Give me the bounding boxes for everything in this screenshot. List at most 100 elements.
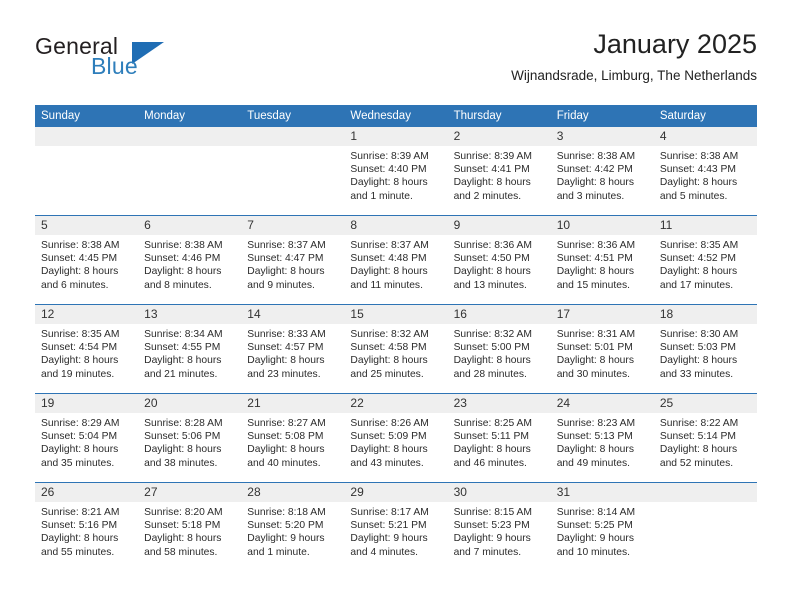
sunrise-text: Sunrise: 8:38 AM xyxy=(41,240,120,251)
calendar-week-row: 12 Sunrise: 8:35 AM Sunset: 4:54 PM Dayl… xyxy=(35,304,757,394)
sunset-text: Sunset: 4:41 PM xyxy=(453,164,530,176)
sunset-text: Sunset: 4:45 PM xyxy=(41,253,118,265)
sunrise-text: Sunrise: 8:38 AM xyxy=(659,151,739,162)
sunrise-text: Sunrise: 8:26 AM xyxy=(350,418,429,429)
daylight-text-line1: Daylight: 8 hours xyxy=(556,266,634,278)
daylight-text-line1: Daylight: 8 hours xyxy=(247,444,325,456)
sunset-text: Sunset: 5:20 PM xyxy=(247,520,324,532)
sunrise-text: Sunrise: 8:22 AM xyxy=(659,418,739,429)
day-number: 17 xyxy=(550,305,654,324)
sunrise-text: Sunrise: 8:32 AM xyxy=(350,329,429,340)
weekday-header-sunday: Sunday xyxy=(35,105,139,127)
day-cell: 19 Sunrise: 8:29 AM Sunset: 5:04 PM Dayl… xyxy=(35,393,139,483)
sunset-text: Sunset: 5:04 PM xyxy=(41,431,118,443)
daylight-text-line2: and 40 minutes. xyxy=(247,457,321,469)
daylight-text-line2: and 52 minutes. xyxy=(659,457,734,469)
daylight-text-line2: and 46 minutes. xyxy=(453,457,527,469)
daylight-text-line2: and 35 minutes. xyxy=(41,457,115,469)
sunset-text: Sunset: 4:47 PM xyxy=(247,253,324,265)
sunset-text: Sunset: 4:52 PM xyxy=(659,253,736,265)
day-cell: 22 Sunrise: 8:26 AM Sunset: 5:09 PM Dayl… xyxy=(344,393,448,483)
sunrise-text: Sunrise: 8:33 AM xyxy=(247,329,326,340)
daylight-text-line2: and 13 minutes. xyxy=(453,279,527,291)
day-number: 2 xyxy=(447,127,551,146)
day-cell: 27 Sunrise: 8:20 AM Sunset: 5:18 PM Dayl… xyxy=(138,482,242,571)
sunset-text: Sunset: 4:57 PM xyxy=(247,342,324,354)
day-number: 10 xyxy=(550,216,654,235)
sunset-text: Sunset: 4:46 PM xyxy=(144,253,221,265)
sunset-text: Sunset: 5:00 PM xyxy=(453,342,530,354)
sunset-text: Sunset: 5:11 PM xyxy=(453,431,529,443)
day-cell: 8 Sunrise: 8:37 AM Sunset: 4:48 PM Dayli… xyxy=(344,215,448,305)
daylight-text-line2: and 21 minutes. xyxy=(144,368,218,380)
location-subtitle: Wijnandsrade, Limburg, The Netherlands xyxy=(511,68,757,83)
daylight-text-line1: Daylight: 9 hours xyxy=(453,533,531,545)
daylight-text-line1: Daylight: 8 hours xyxy=(453,444,531,456)
sunset-text: Sunset: 5:16 PM xyxy=(41,520,118,532)
calendar-week-row: 26 Sunrise: 8:21 AM Sunset: 5:16 PM Dayl… xyxy=(35,482,757,571)
weekday-header-saturday: Saturday xyxy=(653,105,757,127)
daylight-text-line2: and 3 minutes. xyxy=(556,190,625,202)
sunset-text: Sunset: 5:01 PM xyxy=(556,342,633,354)
sunrise-text: Sunrise: 8:36 AM xyxy=(453,240,532,251)
sunrise-text: Sunrise: 8:35 AM xyxy=(659,240,739,251)
sunset-text: Sunset: 5:23 PM xyxy=(453,520,530,532)
page-title: January 2025 xyxy=(593,29,757,59)
day-cell: 10 Sunrise: 8:36 AM Sunset: 4:51 PM Dayl… xyxy=(550,215,654,305)
daylight-text-line2: and 28 minutes. xyxy=(453,368,527,380)
sunrise-text: Sunrise: 8:23 AM xyxy=(556,418,636,429)
daylight-text-line1: Daylight: 8 hours xyxy=(350,177,428,189)
day-cell: 20 Sunrise: 8:28 AM Sunset: 5:06 PM Dayl… xyxy=(138,393,242,483)
sunrise-text: Sunrise: 8:38 AM xyxy=(556,151,636,162)
day-cell: 18 Sunrise: 8:30 AM Sunset: 5:03 PM Dayl… xyxy=(653,304,757,394)
day-number: 14 xyxy=(241,305,345,324)
day-number: 27 xyxy=(138,483,242,502)
daylight-text-line1: Daylight: 8 hours xyxy=(659,444,738,456)
daylight-text-line1: Daylight: 8 hours xyxy=(556,444,634,456)
daylight-text-line2: and 2 minutes. xyxy=(453,190,522,202)
daylight-text-line1: Daylight: 8 hours xyxy=(144,266,222,278)
daylight-text-line2: and 4 minutes. xyxy=(350,546,418,558)
day-cell: 23 Sunrise: 8:25 AM Sunset: 5:11 PM Dayl… xyxy=(447,393,551,483)
day-number xyxy=(138,127,242,146)
weekday-header-row: Sunday Monday Tuesday Wednesday Thursday… xyxy=(35,105,757,127)
weekday-header-friday: Friday xyxy=(550,105,654,127)
daylight-text-line1: Daylight: 9 hours xyxy=(350,533,428,545)
day-number: 11 xyxy=(653,216,757,235)
daylight-text-line1: Daylight: 8 hours xyxy=(144,355,222,367)
sunset-text: Sunset: 5:13 PM xyxy=(556,431,633,443)
daylight-text-line1: Daylight: 8 hours xyxy=(350,355,428,367)
daylight-text-line2: and 49 minutes. xyxy=(556,457,630,469)
daylight-text-line2: and 8 minutes. xyxy=(144,279,212,291)
day-number: 19 xyxy=(35,394,139,413)
sunrise-sunset-calendar: Sunday Monday Tuesday Wednesday Thursday… xyxy=(35,105,757,571)
sunrise-text: Sunrise: 8:37 AM xyxy=(350,240,429,251)
day-number: 31 xyxy=(550,483,654,502)
daylight-text-line1: Daylight: 8 hours xyxy=(556,177,634,189)
daylight-text-line2: and 58 minutes. xyxy=(144,546,218,558)
day-number: 24 xyxy=(550,394,654,413)
sunset-text: Sunset: 5:21 PM xyxy=(350,520,427,532)
day-number: 7 xyxy=(241,216,345,235)
sunrise-text: Sunrise: 8:37 AM xyxy=(247,240,326,251)
daylight-text-line1: Daylight: 8 hours xyxy=(350,444,428,456)
daylight-text-line1: Daylight: 8 hours xyxy=(453,355,531,367)
day-cell: 13 Sunrise: 8:34 AM Sunset: 4:55 PM Dayl… xyxy=(138,304,242,394)
daylight-text-line1: Daylight: 8 hours xyxy=(453,177,531,189)
daylight-text-line2: and 33 minutes. xyxy=(659,368,734,380)
sunset-text: Sunset: 4:55 PM xyxy=(144,342,221,354)
day-cell: 11 Sunrise: 8:35 AM Sunset: 4:52 PM Dayl… xyxy=(653,215,757,305)
sunrise-text: Sunrise: 8:39 AM xyxy=(350,151,429,162)
daylight-text-line1: Daylight: 8 hours xyxy=(41,355,119,367)
sunrise-text: Sunrise: 8:27 AM xyxy=(247,418,326,429)
calendar-week-row: 1 Sunrise: 8:39 AM Sunset: 4:40 PM Dayli… xyxy=(35,127,757,216)
daylight-text-line1: Daylight: 8 hours xyxy=(453,266,531,278)
day-number: 28 xyxy=(241,483,345,502)
title-block: January 2025 Wijnandsrade, Limburg, The … xyxy=(511,28,757,86)
sunrise-text: Sunrise: 8:31 AM xyxy=(556,329,636,340)
day-cell: 5 Sunrise: 8:38 AM Sunset: 4:45 PM Dayli… xyxy=(35,215,139,305)
daylight-text-line2: and 10 minutes. xyxy=(556,546,630,558)
sunset-text: Sunset: 4:43 PM xyxy=(659,164,736,176)
daylight-text-line1: Daylight: 8 hours xyxy=(247,266,325,278)
day-number: 15 xyxy=(344,305,448,324)
